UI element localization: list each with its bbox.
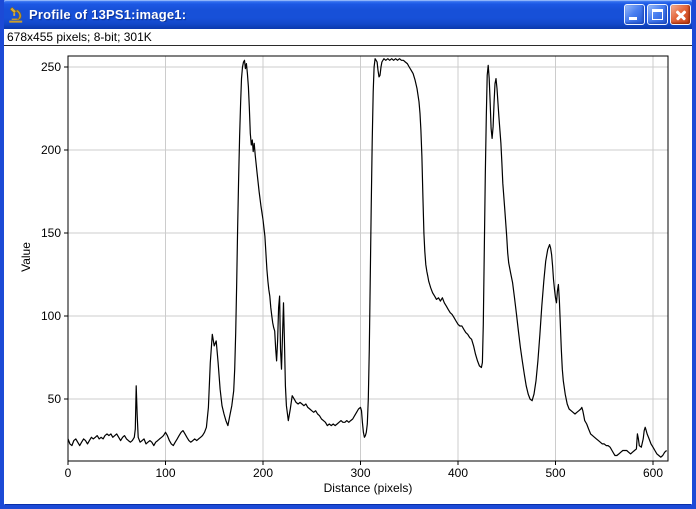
imagej-plot-window: Profile of 13PS1:image1: 678x455 pixels;… (0, 0, 696, 509)
y-axis-label: Value (19, 242, 33, 272)
y-tick-label: 150 (41, 226, 61, 240)
x-axis-label: Distance (pixels) (324, 481, 413, 495)
minimize-icon (629, 17, 637, 20)
imagej-microscope-icon (7, 6, 25, 24)
y-tick-label: 200 (41, 143, 61, 157)
x-tick-label: 100 (155, 466, 175, 480)
close-button[interactable] (670, 4, 691, 25)
y-tick-label: 50 (48, 392, 62, 406)
x-tick-label: 600 (643, 466, 663, 480)
title-bar[interactable]: Profile of 13PS1:image1: (0, 0, 696, 29)
profile-plot[interactable]: 0 100 200 300 400 500 600 50 100 150 200 250 Distanc… (4, 46, 692, 504)
maximize-icon (652, 9, 663, 20)
image-info-text: 678x455 pixels; 8-bit; 301K (7, 30, 152, 44)
window-title: Profile of 13PS1:image1: (29, 7, 624, 22)
maximize-button[interactable] (647, 4, 668, 25)
y-tick-label: 250 (41, 60, 61, 74)
plot-canvas[interactable]: 0 100 200 300 400 500 600 50 100 150 200 250 Distanc… (4, 46, 692, 504)
y-tick-label: 100 (41, 309, 61, 323)
x-tick-label: 200 (253, 466, 273, 480)
profile-line (68, 59, 667, 458)
window-controls (624, 4, 691, 25)
x-tick-label: 500 (545, 466, 565, 480)
info-bar: 678x455 pixels; 8-bit; 301K (4, 29, 692, 46)
minimize-button[interactable] (624, 4, 645, 25)
x-tick-label: 0 (65, 466, 72, 480)
x-tick-label: 300 (350, 466, 370, 480)
x-tick-label: 400 (448, 466, 468, 480)
